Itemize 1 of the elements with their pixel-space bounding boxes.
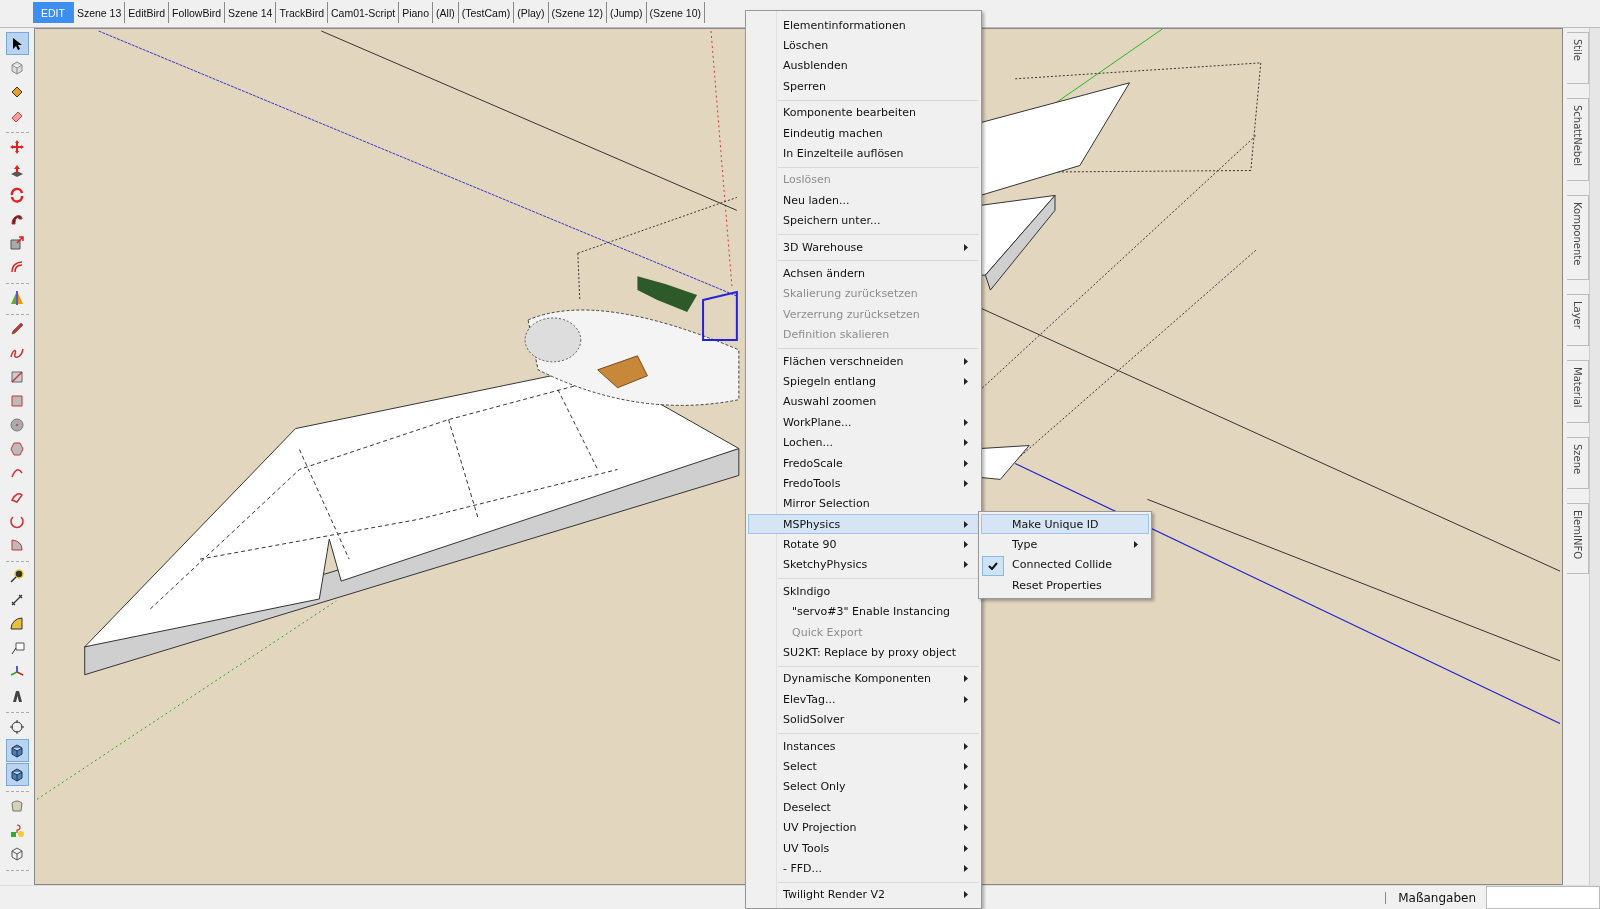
measurements-label: Maßangaben [1398, 890, 1476, 905]
